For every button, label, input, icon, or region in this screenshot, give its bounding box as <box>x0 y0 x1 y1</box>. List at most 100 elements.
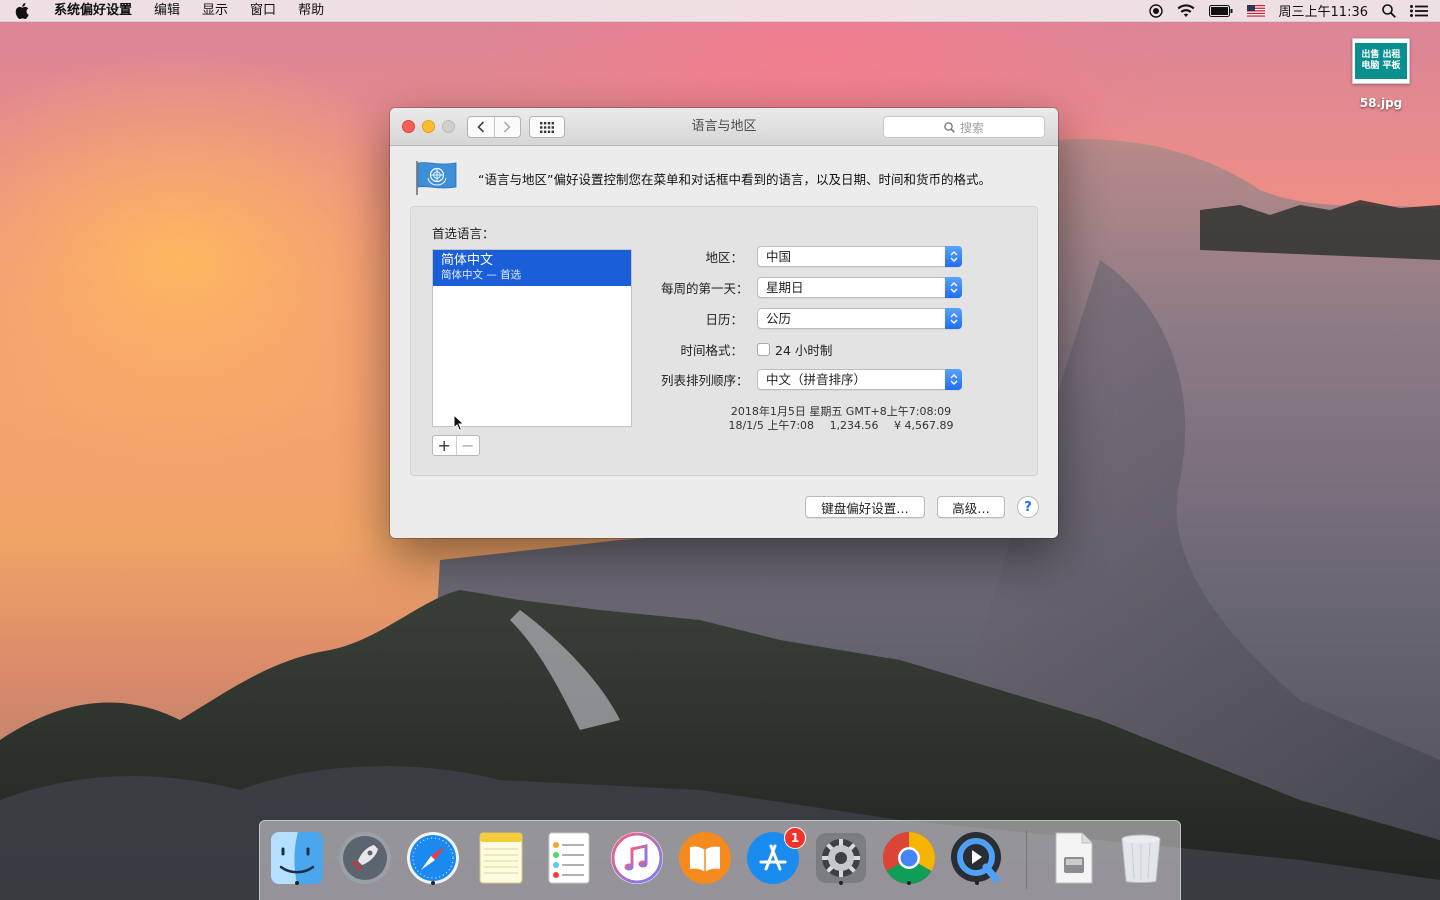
notification-center-icon[interactable] <box>1410 4 1428 17</box>
sample-date: 2018年1月5日 星期五 GMT+8上午7:08:09 <box>730 405 952 418</box>
24-hour-checkbox[interactable] <box>757 342 770 356</box>
popup-arrows-icon <box>945 276 962 298</box>
notes-icon <box>479 832 523 884</box>
window-titlebar[interactable]: 语言与地区 搜索 <box>390 108 1058 146</box>
dock-separator <box>1026 831 1027 889</box>
trash-icon <box>1121 834 1161 883</box>
menu-clock[interactable]: 周三上午11:36 <box>1279 1 1368 20</box>
advanced-button[interactable]: 高级… <box>937 496 1005 518</box>
dock-notes[interactable] <box>472 829 530 887</box>
battery-icon[interactable] <box>1208 4 1233 17</box>
region-label: 地区： <box>705 249 743 265</box>
language-region-window: 语言与地区 搜索 “语言与地区”偏好设置控制您在菜单和对话框中看到的语言，以及日… <box>390 108 1058 538</box>
screen-record-icon[interactable] <box>1148 3 1163 18</box>
menu-bar: 系统偏好设置 编辑 显示 窗口 帮助 周三上午11:36 <box>0 0 1440 22</box>
mouse-cursor-icon <box>453 414 465 432</box>
remove-language-button[interactable]: − <box>455 436 480 455</box>
dock-chrome[interactable] <box>880 829 938 887</box>
24-hour-checkbox-wrap[interactable]: 24 小时制 <box>757 340 832 359</box>
popup-arrows-icon <box>945 368 962 390</box>
file-thumbnail: 出售 出租 电脑 平板 <box>1352 38 1410 84</box>
search-input[interactable]: 搜索 <box>883 116 1045 138</box>
list-sort-popup[interactable]: 中文（拼音排序） <box>757 368 962 390</box>
wifi-icon[interactable] <box>1177 3 1195 18</box>
calendar-label: 日历： <box>705 311 743 327</box>
menu-edit[interactable]: 编辑 <box>143 0 191 22</box>
dock-ibooks[interactable] <box>676 829 734 887</box>
sample-short-date: 18/1/5 上午7:08 <box>728 419 815 432</box>
list-item[interactable]: 简体中文 简体中文 — 首选 <box>433 250 631 286</box>
dock: 1 <box>259 820 1181 900</box>
add-language-button[interactable]: + <box>433 436 456 455</box>
un-flag-icon <box>416 161 457 195</box>
downloads-file-icon <box>1055 832 1093 884</box>
dock-launchpad[interactable] <box>336 829 394 887</box>
quicktime-icon <box>951 832 1001 883</box>
gear-icon <box>816 833 866 883</box>
chrome-icon <box>883 832 935 884</box>
keyboard-preferences-button[interactable]: 键盘偏好设置… <box>805 496 925 518</box>
settings-panel: 首选语言： 简体中文 简体中文 — 首选 + − 地区： 中国 每周的第一天： … <box>410 206 1038 476</box>
list-sort-row: 列表排列顺序： 中文（拼音排序） <box>661 368 1001 390</box>
popup-arrows-icon <box>945 245 962 267</box>
spotlight-search-icon[interactable] <box>1382 3 1396 18</box>
first-day-row: 每周的第一天： 星期日 <box>661 276 1001 298</box>
dock-itunes[interactable] <box>608 829 666 887</box>
menu-view[interactable]: 显示 <box>191 0 239 22</box>
running-indicator <box>907 881 911 885</box>
dock-quicktime[interactable] <box>948 829 1006 887</box>
language-detail: 简体中文 — 首选 <box>441 269 522 281</box>
running-indicator <box>295 881 299 885</box>
intro-description: “语言与地区”偏好设置控制您在菜单和对话框中看到的语言，以及日期、时间和货币的格… <box>478 171 991 187</box>
sample-number: 1,234.56 <box>829 419 879 432</box>
language-name: 简体中文 <box>441 253 494 268</box>
24-hour-checkbox-label: 24 小时制 <box>775 342 833 358</box>
input-source-flag-icon[interactable] <box>1246 4 1265 17</box>
first-day-popup[interactable]: 星期日 <box>757 276 962 298</box>
dock-downloads[interactable] <box>1044 829 1102 887</box>
dock-system-preferences[interactable] <box>812 829 870 887</box>
list-sort-label: 列表排列顺序： <box>661 372 749 388</box>
dock-finder[interactable] <box>268 829 326 887</box>
popup-arrows-icon <box>945 307 962 329</box>
finder-icon <box>271 832 323 884</box>
reminders-list-icon <box>548 832 590 884</box>
running-indicator <box>839 881 843 885</box>
time-format-label: 时间格式： <box>680 342 743 358</box>
launchpad-rocket-icon <box>339 832 391 884</box>
list-sort-value: 中文（拼音排序） <box>766 371 867 387</box>
intro-section: “语言与地区”偏好设置控制您在菜单和对话框中看到的语言，以及日期、时间和货币的格… <box>414 158 1034 198</box>
dock-app-store[interactable]: 1 <box>744 827 806 887</box>
search-icon <box>944 121 955 133</box>
running-indicator <box>975 881 979 885</box>
running-indicator <box>431 881 435 885</box>
preferred-languages-label: 首选语言： <box>432 226 495 241</box>
calendar-value: 公历 <box>766 310 792 326</box>
menu-help[interactable]: 帮助 <box>287 0 335 22</box>
format-samples: 2018年1月5日 星期五 GMT+8上午7:08:09 18/1/5 上午7:… <box>711 405 971 433</box>
sample-currency: ¥ 4,567.89 <box>894 419 954 432</box>
search-placeholder: 搜索 <box>959 120 984 135</box>
ibooks-book-icon <box>679 832 731 884</box>
calendar-popup[interactable]: 公历 <box>757 307 962 329</box>
calendar-row: 日历： 公历 <box>661 307 1001 329</box>
region-value: 中国 <box>766 248 792 264</box>
menu-window[interactable]: 窗口 <box>239 0 287 22</box>
desktop-file-58jpg[interactable]: 出售 出租 电脑 平板 58.jpg <box>1344 38 1418 110</box>
dock-safari[interactable] <box>404 829 462 887</box>
dock-trash[interactable] <box>1112 829 1170 887</box>
first-day-label: 每周的第一天： <box>661 280 749 296</box>
list-controls: + − <box>432 435 480 456</box>
apple-menu-icon[interactable] <box>0 2 44 19</box>
region-popup[interactable]: 中国 <box>757 245 962 267</box>
preferred-languages-list[interactable]: 简体中文 简体中文 — 首选 <box>432 249 632 427</box>
dock-reminders[interactable] <box>540 829 598 887</box>
help-button[interactable]: ? <box>1017 496 1039 518</box>
time-format-row: 时间格式： 24 小时制 <box>661 338 1001 360</box>
menu-app-name[interactable]: 系统偏好设置 <box>44 0 143 22</box>
first-day-value: 星期日 <box>766 279 804 295</box>
itunes-music-icon <box>611 832 663 884</box>
safari-compass-icon <box>407 832 459 884</box>
file-name: 58.jpg <box>1359 96 1403 110</box>
region-row: 地区： 中国 <box>661 245 1001 267</box>
